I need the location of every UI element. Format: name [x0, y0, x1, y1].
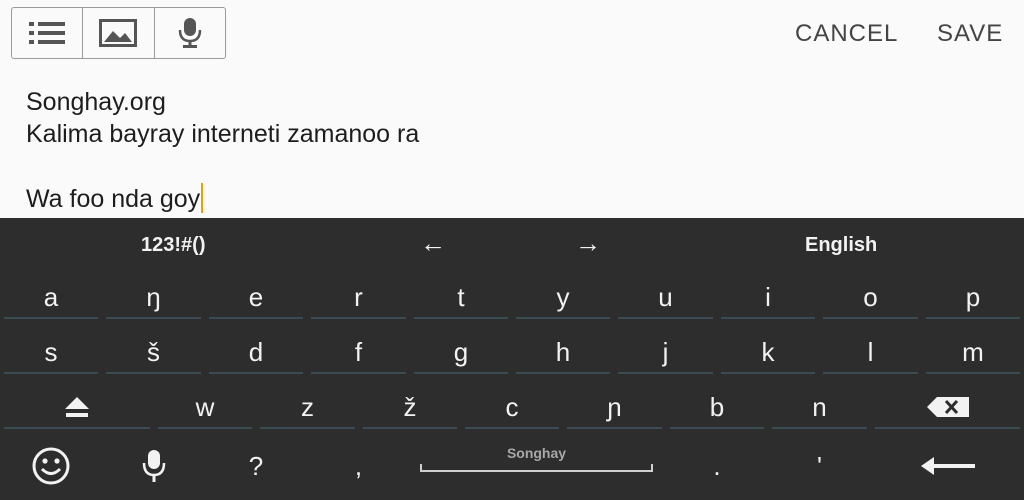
text-cursor [201, 183, 204, 213]
key-l[interactable]: l [819, 328, 922, 376]
symbols-key[interactable]: 123!#() [141, 234, 205, 257]
soft-keyboard: 123!#() ← → English a ŋ e r t y u i o p … [0, 218, 1024, 500]
microphone-icon [178, 18, 202, 48]
key-a[interactable]: a [0, 273, 102, 321]
key-t[interactable]: t [410, 273, 512, 321]
key-o[interactable]: o [819, 273, 922, 321]
shift-key[interactable] [0, 383, 154, 431]
key-row-2: s š d f g h j k l m [0, 328, 1024, 383]
space-bar-edge-left [420, 464, 422, 472]
insert-image-button[interactable] [83, 8, 155, 58]
key-y[interactable]: y [512, 273, 614, 321]
key-p[interactable]: p [922, 273, 1024, 321]
backspace-icon [926, 397, 969, 417]
period-key[interactable]: . [666, 438, 768, 494]
enter-icon [920, 457, 975, 475]
key-e[interactable]: e [205, 273, 307, 321]
editor-line-text: Wa foo nda goy [26, 185, 201, 213]
key-s-caron[interactable]: š [102, 328, 205, 376]
key-h[interactable]: h [512, 328, 614, 376]
key-r[interactable]: r [307, 273, 410, 321]
editor-toolbar: CANCEL SAVE [0, 0, 1024, 70]
key-f[interactable]: f [307, 328, 410, 376]
space-key[interactable]: Songhay [420, 438, 653, 494]
key-z-caron[interactable]: ž [359, 383, 461, 431]
key-row-4: ? , Songhay . ' [0, 438, 1024, 500]
key-d[interactable]: d [205, 328, 307, 376]
apostrophe-key[interactable]: ' [768, 438, 871, 494]
key-k[interactable]: k [717, 328, 819, 376]
space-bar-edge-right [651, 464, 653, 472]
list-icon [29, 22, 66, 44]
list-button[interactable] [12, 8, 84, 58]
cursor-right-key[interactable]: → [575, 228, 601, 259]
key-j[interactable]: j [614, 328, 717, 376]
question-key[interactable]: ? [205, 438, 307, 494]
space-bar-line [420, 470, 653, 472]
voice-key[interactable] [102, 438, 205, 494]
key-eng[interactable]: ŋ [102, 273, 205, 321]
key-c[interactable]: c [461, 383, 563, 431]
key-s[interactable]: s [0, 328, 102, 376]
key-w[interactable]: w [154, 383, 256, 431]
emoji-key[interactable] [0, 438, 102, 494]
voice-input-button[interactable] [155, 8, 225, 58]
text-editor[interactable]: Songhay.org Kalima bayray interneti zama… [0, 70, 1024, 218]
key-row-3: w z ž c ɲ b n [0, 383, 1024, 438]
emoji-icon [32, 447, 70, 485]
suggestion-strip: 123!#() ← → English [0, 218, 1024, 273]
shift-icon [65, 397, 89, 417]
key-m[interactable]: m [922, 328, 1024, 376]
cursor-left-key[interactable]: ← [420, 228, 446, 259]
key-i[interactable]: i [717, 273, 819, 321]
backspace-key[interactable] [871, 383, 1024, 431]
comma-key[interactable]: , [307, 438, 410, 494]
cancel-button[interactable]: CANCEL [795, 20, 898, 48]
microphone-icon [142, 450, 165, 482]
key-g[interactable]: g [410, 328, 512, 376]
key-nj[interactable]: ɲ [563, 383, 666, 431]
space-language-label: Songhay [506, 445, 567, 461]
format-button-group [11, 7, 226, 59]
key-z[interactable]: z [256, 383, 359, 431]
image-icon [99, 19, 138, 47]
editor-line-current: Wa foo nda goy [26, 183, 204, 214]
key-b[interactable]: b [666, 383, 768, 431]
editor-line: Kalima bayray interneti zamanoo ra [26, 120, 420, 148]
key-row-1: a ŋ e r t y u i o p [0, 273, 1024, 328]
save-button[interactable]: SAVE [937, 20, 1003, 48]
editor-line: Songhay.org [26, 88, 166, 116]
language-switch-key[interactable]: English [805, 234, 877, 257]
key-u[interactable]: u [614, 273, 717, 321]
key-n[interactable]: n [768, 383, 871, 431]
enter-key[interactable] [871, 438, 1024, 494]
